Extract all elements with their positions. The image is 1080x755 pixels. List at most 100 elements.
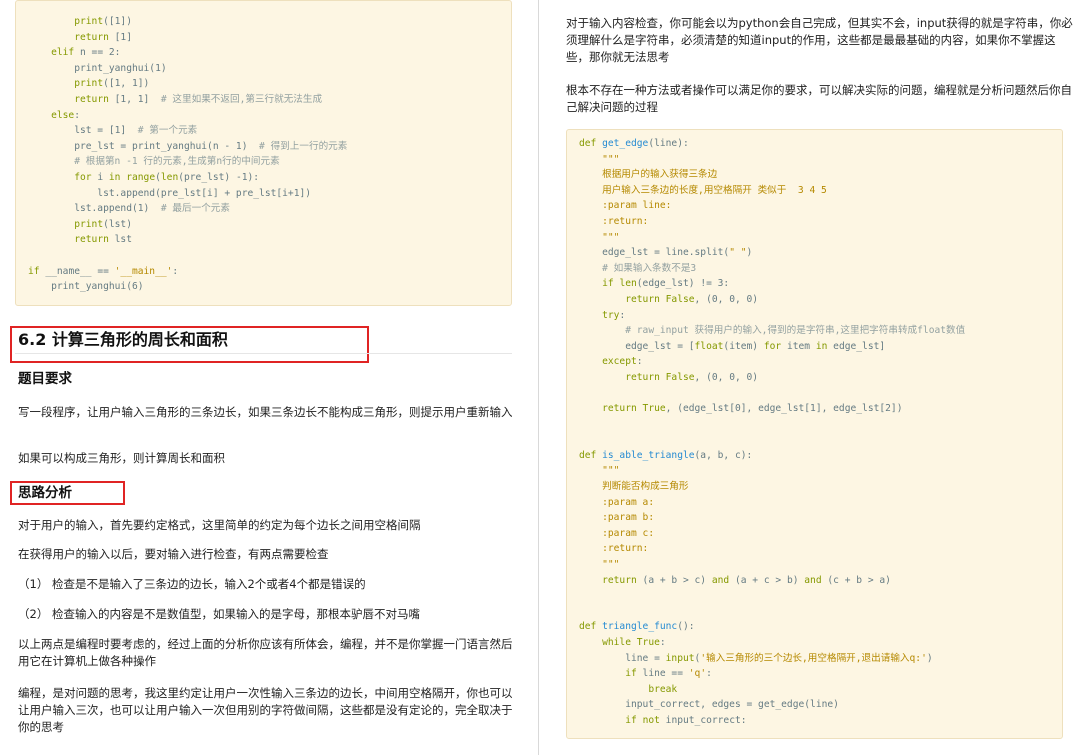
code-line: # raw_input 获得用户的输入,得到的是字符串,这里把字符串转成floa… [579, 323, 1062, 339]
code-token: False [665, 371, 695, 383]
code-token: print [74, 78, 104, 90]
code-token: triangle_func [602, 621, 678, 633]
code-token: :param line: [602, 200, 672, 212]
code-token: def [579, 449, 597, 461]
code-token: 'q' [688, 668, 707, 680]
code-token: """ [602, 465, 620, 477]
code-token: not [642, 714, 660, 726]
code-line: :return: [579, 214, 1062, 230]
code-line: if line == 'q': [579, 666, 1062, 682]
code-token: lst.append(pre_lst[i] + pre_lst[i+1]) [28, 187, 312, 199]
heading-divider [15, 353, 512, 354]
code-token: return [602, 574, 637, 586]
code-token: for [74, 171, 92, 183]
code-line: input_correct, edges = get_edge(line) [579, 697, 1062, 713]
analysis-paragraph-3: （1） 检查是不是输入了三条边的边长，输入2个或者4个都是错误的 [18, 577, 366, 591]
code-token: except [602, 356, 637, 368]
code-token: range [126, 171, 156, 183]
code-token: if [28, 265, 40, 277]
code-token: # 得到上一行的元素 [259, 140, 348, 152]
code-token: : [706, 668, 712, 680]
code-token: float [694, 340, 724, 352]
analysis-paragraph-5: 以上两点是编程时要考虑的，经过上面的分析你应该有所体会，编程，并不是你掌握一门语… [18, 637, 513, 668]
analysis-paragraph-6: 编程，是对问题的思考，我这里约定让用户一次性输入三条边的边长，中间用空格隔开，你… [18, 686, 513, 734]
code-token: line == [636, 668, 689, 680]
code-token: 用户输入三条边的长度,用空格隔开 类似于 3 4 5 [602, 184, 827, 196]
code-token: return [625, 371, 660, 383]
code-token: # 如果输入条数不是3 [602, 262, 697, 274]
code-token: __name__ == [39, 265, 115, 277]
code-token: if [625, 668, 637, 680]
code-token: (): [677, 621, 695, 633]
code-token: : [74, 109, 80, 121]
code-token: def [579, 138, 597, 149]
code-line: for i in range(len(pre_lst) -1): [28, 170, 511, 186]
code-token: True [636, 637, 660, 648]
code-token: in [108, 171, 121, 183]
code-line: print([1]) [28, 14, 511, 30]
code-token: is_able_triangle [602, 449, 695, 461]
code-line: :param a: [579, 495, 1062, 511]
code-line: line = input('输入三角形的三个边长,用空格隔开,退出请输入q:') [579, 651, 1062, 667]
code-token: lst = [1] [28, 125, 138, 137]
code-line: if __name__ == '__main__': [28, 264, 511, 280]
code-token: in [815, 340, 828, 352]
code-token: print_yanghui(1) [28, 62, 167, 74]
code-token: while [602, 637, 631, 648]
code-token: (item) [723, 340, 764, 352]
code-line: """ [579, 230, 1062, 246]
code-token: for [763, 340, 782, 352]
code-token: (a + c > b) [729, 574, 805, 586]
code-token: ) [746, 247, 753, 259]
code-line: edge_lst = [float(item) for item in edge… [579, 339, 1062, 355]
code-token: (a + b > c) [636, 574, 712, 586]
code-token: , (0, 0, 0) [694, 293, 759, 305]
code-token: : [172, 265, 179, 277]
code-token: '输入三角形的三个边长,用空格隔开,退出请输入q:' [700, 652, 927, 664]
code-token: (edge_lst) != 3: [636, 278, 730, 290]
code-line: def get_edge(line): [579, 136, 1062, 152]
programming-paragraph: 根本不存在一种方法或者操作可以满足你的要求，可以解决实际的问题，编程就是分析问题… [566, 83, 1072, 114]
code-token: print [74, 218, 104, 230]
code-line: print_yanghui(6) [28, 279, 511, 295]
code-token: " " [729, 247, 747, 259]
code-token: return [74, 93, 109, 105]
section-title: 6.2 计算三角形的周长和面积 [18, 330, 228, 349]
code-token: return [74, 234, 109, 246]
analysis-paragraph-1: 对于用户的输入，首先要约定格式，这里简单的约定为每个边长之间用空格间隔 [18, 518, 421, 532]
code-token: lst [108, 234, 132, 246]
code-line: def triangle_func(): [579, 619, 1062, 635]
code-block-yanghui: print([1]) return [1] elif n == 2: print… [15, 0, 512, 306]
code-line: return False, (0, 0, 0) [579, 370, 1062, 386]
code-token: # raw_input 获得用户的输入,得到的是字符串,这里把字符串转成floa… [625, 325, 966, 337]
code-line: return lst [28, 232, 511, 248]
code-token: print_yanghui(6) [28, 281, 144, 293]
requirements-paragraph-2: 如果可以构成三角形，则计算周长和面积 [18, 451, 225, 465]
code-token: print [74, 16, 104, 27]
code-line: """ [579, 463, 1062, 479]
code-token: i [91, 171, 109, 183]
code-token: 判断能否构成三角形 [602, 481, 689, 493]
code-token: get_edge [602, 138, 649, 149]
code-token: 根据用户的输入获得三条边 [602, 169, 718, 181]
code-token: # 根据第n -1 行的元素,生成第n行的中间元素 [74, 156, 280, 168]
code-token: return [74, 31, 109, 43]
code-token: len [160, 171, 179, 183]
code-line: # 根据第n -1 行的元素,生成第n行的中间元素 [28, 154, 511, 170]
analysis-paragraph-2: 在获得用户的输入以后，要对输入进行检查，有两点需要检查 [18, 547, 329, 561]
code-line: lst.append(pre_lst[i] + pre_lst[i+1]) [28, 186, 511, 202]
